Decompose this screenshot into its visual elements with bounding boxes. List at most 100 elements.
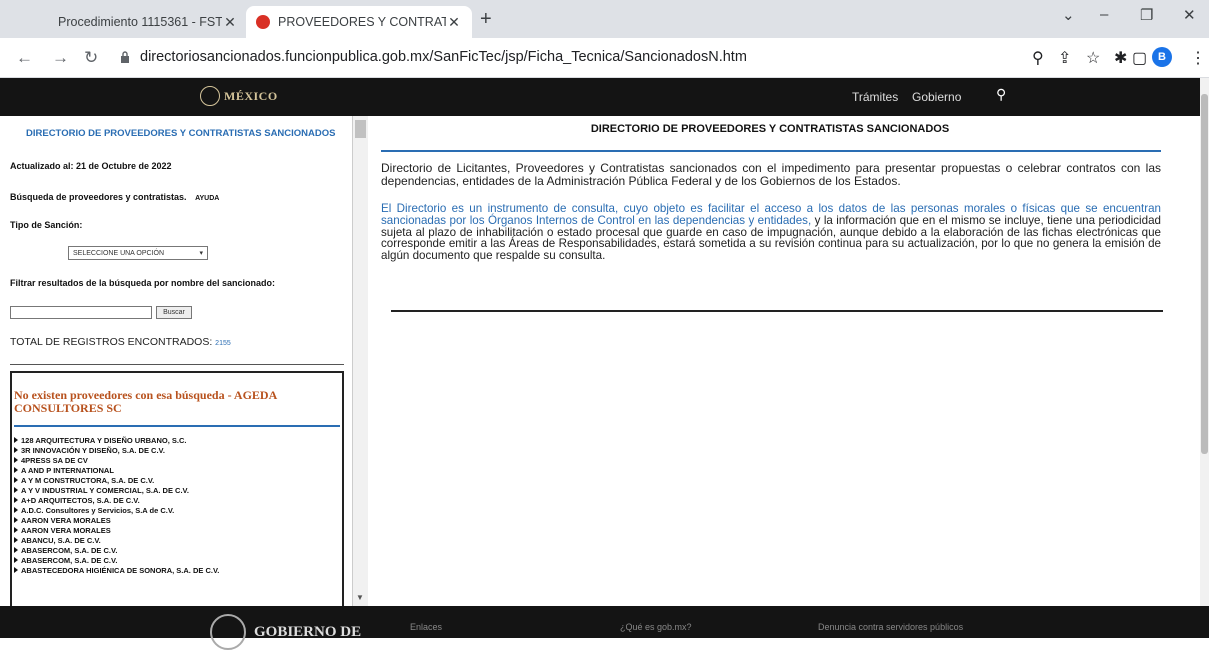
tab-proveedores[interactable]: PROVEEDORES Y CONTRATISTA ✕ xyxy=(246,6,472,38)
page-title: DIRECTORIO DE PROVEEDORES Y CONTRATISTAS… xyxy=(590,123,950,135)
list-item[interactable]: A.D.C. Consultores y Servicios, S.A de C… xyxy=(14,505,340,515)
list-item-label: A Y V INDUSTRIAL Y COMERCIAL, S.A. DE C.… xyxy=(21,485,189,495)
expand-triangle-icon xyxy=(14,567,18,573)
new-tab-button[interactable]: + xyxy=(480,8,492,31)
close-window-button[interactable]: ✕ xyxy=(1183,6,1196,24)
list-item[interactable]: ABASTECEDORA HIGIÉNICA DE SONORA, S.A. D… xyxy=(14,565,340,575)
expand-triangle-icon xyxy=(14,527,18,533)
seal-icon xyxy=(200,86,220,106)
nav-link-tramites[interactable]: Trámites xyxy=(852,90,898,104)
list-item[interactable]: ABASERCOM, S.A. DE C.V. xyxy=(14,545,340,555)
expand-triangle-icon xyxy=(14,467,18,473)
search-button[interactable]: Buscar xyxy=(156,306,192,319)
list-item[interactable]: 128 ARQUITECTURA Y DISEÑO URBANO, S.C. xyxy=(14,435,340,445)
list-item-label: AARON VERA MORALES xyxy=(21,515,111,525)
seal-icon xyxy=(210,614,246,650)
tab-close-icon[interactable]: ✕ xyxy=(446,14,462,31)
filter-label: Filtrar resultados de la búsqueda por no… xyxy=(10,278,276,288)
list-item[interactable]: A Y V INDUSTRIAL Y COMERCIAL, S.A. DE C.… xyxy=(14,485,340,495)
sanction-type-label: Tipo de Sanción: xyxy=(10,220,83,230)
tab-procedimiento[interactable]: Procedimiento 1115361 - FSTL ✕ xyxy=(48,6,248,38)
reload-icon[interactable]: ↻ xyxy=(84,48,98,68)
expand-triangle-icon xyxy=(14,517,18,523)
sanction-type-select[interactable]: SELECCIONE UNA OPCIÓN ▾ xyxy=(68,246,208,260)
expand-triangle-icon xyxy=(14,477,18,483)
no-results-message: No existen proveedores con esa búsqueda … xyxy=(14,388,277,415)
profile-avatar[interactable]: B xyxy=(1152,47,1172,67)
tab-label: PROVEEDORES Y CONTRATISTA xyxy=(278,15,446,29)
list-item-label: ABASTECEDORA HIGIÉNICA DE SONORA, S.A. D… xyxy=(21,565,220,575)
list-item[interactable]: A AND P INTERNATIONAL xyxy=(14,465,340,475)
search-label: Búsqueda de proveedores y contratistas. xyxy=(10,192,187,202)
forward-arrow-icon[interactable]: → xyxy=(52,48,69,68)
restore-button[interactable]: ❐ xyxy=(1140,6,1153,24)
tab-search-chevron-icon[interactable]: ⌄ xyxy=(1062,6,1075,24)
gobierno-mexico-logo[interactable]: MÉXICO xyxy=(200,86,278,106)
site-header: MÉXICO Trámites Gobierno ⚲ xyxy=(0,78,1200,116)
footer-link-que-es[interactable]: ¿Qué es gob.mx? xyxy=(620,622,692,632)
provider-list: 128 ARQUITECTURA Y DISEÑO URBANO, S.C. 3R… xyxy=(14,435,340,575)
main-content: DIRECTORIO DE PROVEEDORES Y CONTRATISTAS… xyxy=(369,116,1200,606)
nav-link-gobierno[interactable]: Gobierno xyxy=(912,90,961,104)
select-value: SELECCIONE UNA OPCIÓN xyxy=(73,249,165,257)
help-link[interactable]: AYUDA xyxy=(195,195,219,202)
list-item[interactable]: 3R INNOVACIÓN Y DISEÑO, S.A. DE C.V. xyxy=(14,445,340,455)
expand-triangle-icon xyxy=(14,557,18,563)
extensions-icon[interactable]: ✱ xyxy=(1114,48,1127,68)
list-item-label: A Y M CONSTRUCTORA, S.A. DE C.V. xyxy=(21,475,155,485)
list-item[interactable]: AARON VERA MORALES xyxy=(14,525,340,535)
tab-label: Procedimiento 1115361 - FSTL xyxy=(58,15,222,29)
list-item-label: A AND P INTERNATIONAL xyxy=(21,465,114,475)
zoom-icon[interactable]: ⚲ xyxy=(1032,48,1044,68)
expand-triangle-icon xyxy=(14,507,18,513)
list-item[interactable]: ABASERCOM, S.A. DE C.V. xyxy=(14,555,340,565)
back-arrow-icon[interactable]: ← xyxy=(16,48,33,68)
list-item[interactable]: A+D ARQUITECTOS, S.A. DE C.V. xyxy=(14,495,340,505)
list-item[interactable]: ABANCU, S.A. DE C.V. xyxy=(14,535,340,545)
list-item[interactable]: AARON VERA MORALES xyxy=(14,515,340,525)
expand-triangle-icon xyxy=(14,497,18,503)
list-item[interactable]: A Y M CONSTRUCTORA, S.A. DE C.V. xyxy=(14,475,340,485)
tab-close-icon[interactable]: ✕ xyxy=(222,14,238,31)
menu-kebab-icon[interactable]: ⋮ xyxy=(1190,48,1206,68)
expand-triangle-icon xyxy=(14,537,18,543)
list-item-label: 128 ARQUITECTURA Y DISEÑO URBANO, S.C. xyxy=(21,435,187,445)
divider xyxy=(10,364,344,365)
expand-triangle-icon xyxy=(14,547,18,553)
expand-triangle-icon xyxy=(14,457,18,463)
total-value: 2155 xyxy=(215,340,231,347)
list-item-label: 4PRESS SA DE CV xyxy=(21,455,88,465)
minimize-button[interactable]: – xyxy=(1100,6,1108,23)
browser-toolbar: ← → ↻ directoriosancionados.funcionpubli… xyxy=(0,38,1209,78)
page-scrollbar[interactable] xyxy=(1200,78,1209,606)
scrollbar-thumb[interactable] xyxy=(355,120,366,138)
left-frame: DIRECTORIO DE PROVEEDORES Y CONTRATISTAS… xyxy=(0,116,368,606)
divider xyxy=(391,310,1163,312)
scrollbar-thumb[interactable] xyxy=(1201,94,1208,454)
search-icon[interactable]: ⚲ xyxy=(996,86,1006,103)
updated-date: Actualizado al: 21 de Octubre de 2022 xyxy=(10,161,172,171)
footer-link-enlaces[interactable]: Enlaces xyxy=(410,622,442,632)
sidebar-title: DIRECTORIO DE PROVEEDORES Y CONTRATISTAS… xyxy=(26,128,336,139)
list-item-label: A.D.C. Consultores y Servicios, S.A de C… xyxy=(21,505,175,515)
description-paragraph: El Directorio es un instrumento de consu… xyxy=(381,203,1161,262)
filter-input[interactable] xyxy=(10,306,152,319)
expand-triangle-icon xyxy=(14,447,18,453)
site-footer: GOBIERNO DE Enlaces ¿Qué es gob.mx? Denu… xyxy=(0,606,1209,650)
bookmark-star-icon[interactable]: ☆ xyxy=(1086,48,1100,68)
divider xyxy=(381,150,1161,152)
chevron-down-icon: ▾ xyxy=(199,250,203,257)
left-frame-scrollbar[interactable]: ▼ xyxy=(352,116,368,606)
list-item-label: ABANCU, S.A. DE C.V. xyxy=(21,535,101,545)
side-panel-icon[interactable]: ▢ xyxy=(1132,48,1147,68)
logo-text: MÉXICO xyxy=(224,88,278,103)
footer-link-denuncia[interactable]: Denuncia contra servidores públicos xyxy=(818,622,963,632)
address-bar[interactable]: directoriosancionados.funcionpublica.gob… xyxy=(140,49,747,65)
list-item-label: 3R INNOVACIÓN Y DISEÑO, S.A. DE C.V. xyxy=(21,445,165,455)
total-label: TOTAL DE REGISTROS ENCONTRADOS: xyxy=(10,336,213,348)
share-icon[interactable]: ⇪ xyxy=(1058,48,1071,68)
list-item[interactable]: 4PRESS SA DE CV xyxy=(14,455,340,465)
favicon-icon xyxy=(256,15,270,29)
results-box: No existen proveedores con esa búsqueda … xyxy=(10,371,344,606)
scroll-down-icon[interactable]: ▼ xyxy=(356,593,364,602)
